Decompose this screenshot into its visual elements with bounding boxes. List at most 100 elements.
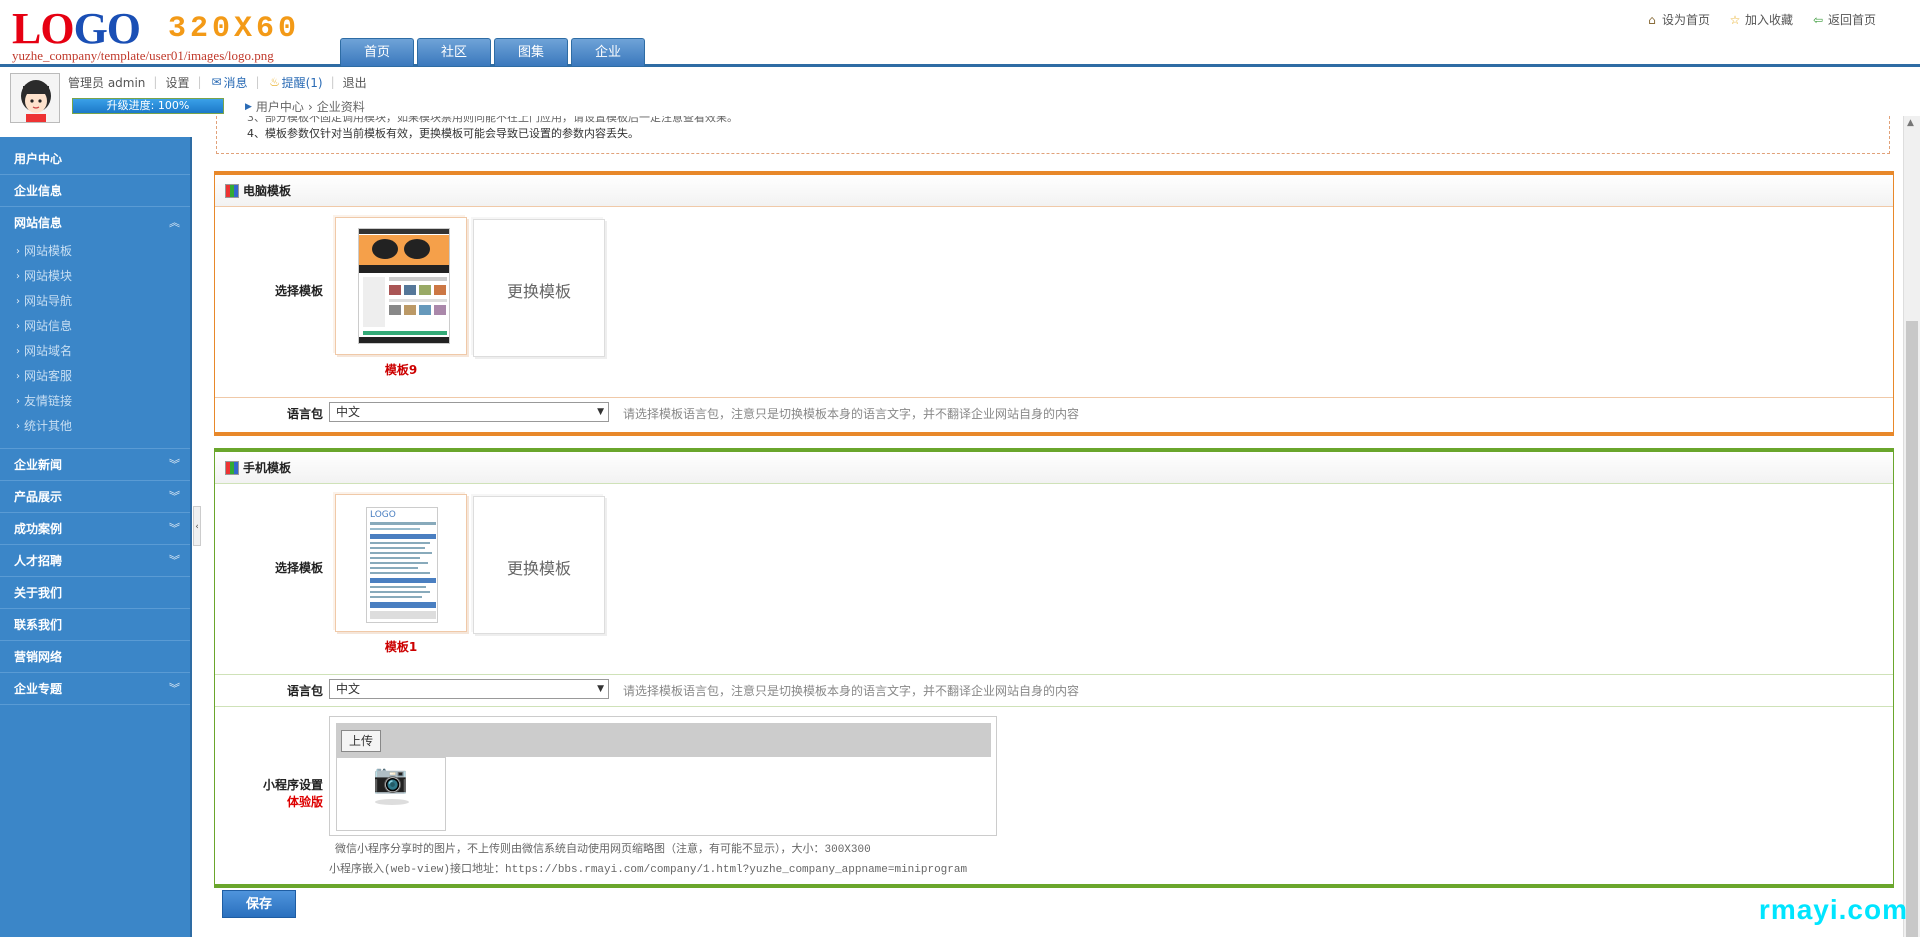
sidebar-cat-contact[interactable]: 联系我们 [0, 609, 190, 641]
set-home-link[interactable]: ⌂ 设为首页 [1645, 11, 1710, 28]
pc-lang-hint: 请选择模板语言包，注意只是切换模板本身的语言文字，并不翻译企业网站自身的内容 [623, 407, 1080, 421]
sidebar-cat-user-center[interactable]: 用户中心 [0, 143, 190, 175]
mobile-lang-row: 语言包 中文 ▼ 请选择模板语言包，注意只是切换模板本身的语言文字，并不翻译企业… [215, 674, 1893, 706]
user-toolbar: 管理员 admin | 设置 | ✉ 消息 | ♨ 提醒(1) | 退出 [68, 72, 367, 92]
mini-program-api-url: 小程序嵌入(web-view)接口地址：https://bbs.rmayi.co… [329, 864, 968, 876]
breadcrumb-current: 企业资料 [316, 100, 365, 114]
grid-icon [225, 183, 239, 198]
mini-program-title: 小程序设置 [262, 778, 323, 792]
chevron-down-icon: ︾ [169, 522, 180, 535]
house-icon: ⌂ [1648, 12, 1656, 27]
sidebar-item-stats-other[interactable]: 统计其他 [0, 414, 190, 439]
mobile-select-label: 选择模板 [274, 561, 323, 575]
avatar[interactable] [10, 73, 60, 123]
camera-shadow [375, 799, 409, 805]
back-home-label: 返回首页 [1827, 13, 1876, 27]
chevron-up-icon: ︽ [169, 216, 180, 229]
sidebar-item-site-domain[interactable]: 网站域名 [0, 339, 190, 364]
breadcrumb-home[interactable]: 用户中心 [256, 98, 304, 115]
pc-template-card[interactable] [335, 217, 467, 355]
sidebar-cat-jobs[interactable]: 人才招聘 ︾ [0, 545, 190, 577]
notice-box: 3、部分模板不固定调用模块，如果模块禁用则同能不在上门应用，请设置模板后一定注意… [216, 116, 1890, 154]
grid-icon [225, 460, 239, 475]
breadcrumb-separator-icon: › [307, 99, 313, 114]
upload-thumbnail[interactable]: 上传 📷 [336, 723, 446, 831]
mobile-change-template-button[interactable]: 更换模板 [473, 496, 605, 634]
sidebar-divider [0, 439, 190, 449]
sidebar-item-site-service[interactable]: 网站客服 [0, 364, 190, 389]
chevron-down-icon: ︾ [169, 682, 180, 695]
camera-icon: 📷 [373, 762, 408, 795]
mobile-template-thumbnail: LOGO [366, 507, 438, 623]
sidebar-cat-about[interactable]: 关于我们 [0, 577, 190, 609]
avatar-face-icon [11, 74, 59, 122]
sidebar-item-friend-links[interactable]: 友情链接 [0, 389, 190, 414]
scroll-thumb[interactable] [1906, 321, 1918, 937]
sidebar-cat-label: 营销网络 [14, 650, 63, 664]
pc-template-panel: 电脑模板 选择模板 模板9 更换模板 语言包 中文 ▼ 请选择模板语言包，注意只… [214, 171, 1894, 436]
mobile-panel-title: 手机模板 [243, 460, 292, 475]
sidebar-cat-products[interactable]: 产品展示 ︾ [0, 481, 190, 513]
sidebar-item-site-nav[interactable]: 网站导航 [0, 289, 190, 314]
mini-program-label: 小程序设置 体验版 [263, 776, 323, 810]
pc-lang-select[interactable]: 中文 ▼ [329, 402, 609, 422]
mobile-lang-label: 语言包 [286, 684, 323, 698]
set-home-label: 设为首页 [1661, 13, 1710, 27]
mobile-lang-select[interactable]: 中文 ▼ [329, 679, 609, 699]
user-subbar: 管理员 admin | 设置 | ✉ 消息 | ♨ 提醒(1) | 退出 升级进… [0, 70, 1920, 123]
back-home-link[interactable]: ⇦ 返回首页 [1811, 11, 1876, 28]
site-logo[interactable]: LOGO 320X60 yuzhe_company/template/user0… [8, 4, 330, 64]
separator: | [255, 75, 260, 89]
sidebar-cat-label: 企业专题 [14, 682, 63, 696]
watermark: rmayi.com [1758, 894, 1908, 925]
chevron-down-icon: ︾ [169, 554, 180, 567]
sidebar-cat-enterprise-info[interactable]: 企业信息 [0, 175, 190, 207]
pc-change-template-button[interactable]: 更换模板 [473, 219, 605, 357]
sidebar-cat-news[interactable]: 企业新闻 ︾ [0, 449, 190, 481]
sidebar-cat-cases[interactable]: 成功案例 ︾ [0, 513, 190, 545]
sidebar-item-site-info[interactable]: 网站信息 [0, 314, 190, 339]
pc-template-thumbnail [358, 228, 450, 344]
header: LOGO 320X60 yuzhe_company/template/user0… [0, 0, 1920, 67]
separator: | [330, 75, 335, 89]
nav-tab-home[interactable]: 首页 [340, 38, 414, 66]
main-scrollbar[interactable]: ▲ [1903, 116, 1920, 937]
sidebar-cat-label: 用户中心 [14, 152, 63, 166]
pc-lang-row: 语言包 中文 ▼ 请选择模板语言包，注意只是切换模板本身的语言文字，并不翻译企业… [215, 397, 1893, 427]
mobile-panel-header: 手机模板 [215, 452, 1893, 484]
breadcrumb: ▶ 用户中心 › 企业资料 [245, 98, 365, 115]
reminders-link[interactable]: 提醒(1) [282, 74, 323, 91]
sidebar-cat-topics[interactable]: 企业专题 ︾ [0, 673, 190, 705]
pc-template-preview-icon [359, 229, 449, 343]
add-favorite-link[interactable]: ☆ 加入收藏 [1728, 11, 1793, 28]
logo-text-part2: GO [73, 4, 141, 53]
scroll-up-icon[interactable]: ▲ [1907, 118, 1914, 128]
messages-link[interactable]: 消息 [224, 74, 248, 91]
settings-link[interactable]: 设置 [165, 74, 189, 91]
breadcrumb-arrow-icon: ▶ [245, 101, 252, 112]
mini-program-upload-box: 上传 📷 [329, 716, 997, 836]
logo-size-label: 320X60 [168, 12, 301, 46]
sidebar-collapse-handle[interactable]: ‹ [193, 506, 201, 546]
sidebar-cat-marketing[interactable]: 营销网络 [0, 641, 190, 673]
top-links: ⌂ 设为首页 ☆ 加入收藏 ⇦ 返回首页 [1645, 11, 1876, 28]
add-favorite-label: 加入收藏 [1744, 13, 1793, 27]
sidebar-cat-site-info[interactable]: 网站信息 ︽ [0, 207, 190, 239]
sidebar-cat-label: 成功案例 [14, 522, 63, 536]
logo-text: LOGO [12, 4, 141, 53]
save-button[interactable]: 保存 [222, 890, 296, 918]
upload-button[interactable]: 上传 [341, 730, 381, 752]
separator: | [197, 75, 202, 89]
bulb-icon: ♨ [269, 75, 280, 89]
mobile-lang-selected-value: 中文 [336, 682, 361, 696]
pc-select-label: 选择模板 [274, 284, 323, 298]
mobile-template-card[interactable]: LOGO [335, 494, 467, 632]
nav-tab-enterprise[interactable]: 企业 [571, 38, 645, 66]
nav-tab-gallery[interactable]: 图集 [494, 38, 568, 66]
upgrade-progress-bar: 升级进度: 100% [72, 98, 224, 114]
sidebar-item-site-module[interactable]: 网站模块 [0, 264, 190, 289]
logout-link[interactable]: 退出 [343, 74, 367, 91]
mini-program-badge: 体验版 [286, 795, 323, 809]
nav-tab-community[interactable]: 社区 [417, 38, 491, 66]
sidebar-item-site-template[interactable]: 网站模板 [0, 239, 190, 264]
